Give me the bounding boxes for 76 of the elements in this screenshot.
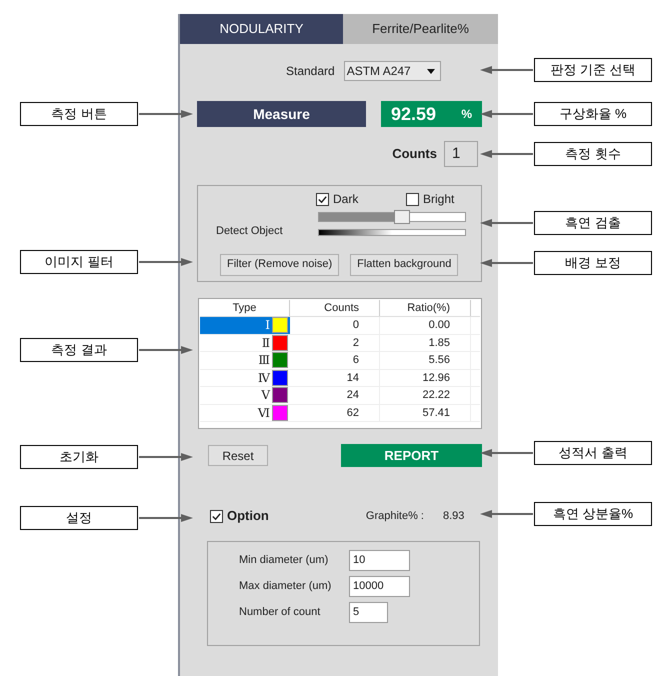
type-label: Ⅴ (261, 387, 270, 404)
detect-object-label: Detect Object (215, 224, 284, 239)
standard-dropdown[interactable]: ASTM A247 (344, 61, 441, 81)
input-field[interactable]: 10000 (349, 576, 410, 597)
type-label: Ⅰ (265, 317, 270, 334)
callout-label: 이미지 필터 (20, 250, 138, 274)
field-label: Number of count (239, 605, 322, 620)
option-checkbox[interactable] (210, 510, 223, 522)
type-label: Ⅲ (258, 352, 270, 370)
callout-arrow (480, 150, 533, 158)
nodularity-display: 92.59 % (381, 101, 482, 127)
callout-label: 구상화율 % (534, 102, 652, 126)
input-field[interactable]: 10 (349, 550, 410, 571)
callout-label: 측정 횟수 (534, 142, 652, 166)
callout-arrow (139, 453, 193, 461)
table-cell: 62 (290, 404, 380, 421)
callout-arrow (480, 510, 533, 518)
type-label: Ⅳ (258, 370, 270, 387)
callout-label: 측정 버튼 (20, 102, 138, 126)
callout-label: 초기화 (20, 445, 138, 469)
table-cell: 12.96 (380, 370, 471, 386)
table-cell: 0 (290, 317, 380, 334)
flatten-background-button[interactable]: Flatten background (350, 254, 458, 276)
callout-arrow (139, 514, 193, 522)
checkbox-label: Bright (423, 191, 454, 208)
callout-label: 흑연 상분율% (534, 502, 652, 526)
filter-button[interactable]: Filter (Remove noise) (220, 254, 340, 276)
counts-field: 1 (444, 141, 478, 167)
callout-arrow (480, 66, 533, 74)
callout-label: 배경 보정 (534, 251, 652, 275)
callout-label: 흑연 검출 (534, 211, 652, 235)
table-cell: 5.56 (380, 352, 471, 368)
callout-arrow (480, 219, 533, 227)
callout-arrow (139, 110, 193, 118)
callout-label: 측정 결과 (20, 338, 138, 362)
callout-arrow (480, 449, 533, 457)
input-field[interactable]: 5 (349, 602, 388, 623)
measure-button[interactable]: Measure (197, 101, 366, 127)
column-header: Ratio(%) (380, 300, 471, 316)
checkbox[interactable] (406, 192, 419, 206)
table-cell: 0.00 (380, 317, 471, 334)
checkbox[interactable] (316, 192, 329, 206)
callout-arrow (139, 346, 193, 354)
checkbox-label: Dark (333, 191, 358, 208)
tab[interactable]: Ferrite/Pearlite% (343, 14, 498, 44)
field-label: Min diameter (um) (239, 553, 330, 568)
type-cell[interactable]: Ⅰ (200, 317, 290, 334)
counts-label: Counts (392, 145, 437, 164)
table-cell: 1.85 (380, 334, 471, 351)
table-cell: 2 (290, 334, 380, 351)
callout-arrow (139, 258, 193, 266)
field-label: Max diameter (um) (239, 579, 332, 594)
slider-thumb[interactable] (394, 210, 410, 224)
table-cell: 14 (290, 370, 380, 386)
graphite-label: Graphite% : (366, 508, 424, 524)
table-cell: 6 (290, 352, 380, 368)
callout-label: 성적서 출력 (534, 441, 652, 465)
reset-button[interactable]: Reset (208, 445, 268, 466)
callout-label: 설정 (20, 506, 138, 530)
graphite-value: 8.93 (442, 508, 464, 524)
callout-label: 판정 기준 선택 (534, 58, 652, 82)
column-header: Type (200, 300, 290, 316)
callout-arrow (480, 110, 533, 118)
table-cell: 22.22 (380, 387, 471, 404)
column-header: Counts (290, 300, 380, 316)
table-cell: 57.41 (380, 404, 471, 421)
callout-arrow (480, 259, 533, 267)
table-cell: 24 (290, 387, 380, 404)
type-label: Ⅱ (262, 334, 270, 352)
threshold-slider[interactable] (318, 212, 466, 222)
caret-icon (426, 68, 435, 74)
type-label: Ⅵ (258, 404, 270, 422)
report-button[interactable]: REPORT (341, 444, 482, 467)
standard-label: Standard (286, 63, 335, 80)
tab[interactable]: NODULARITY (180, 14, 343, 44)
option-label: Option (227, 507, 269, 526)
